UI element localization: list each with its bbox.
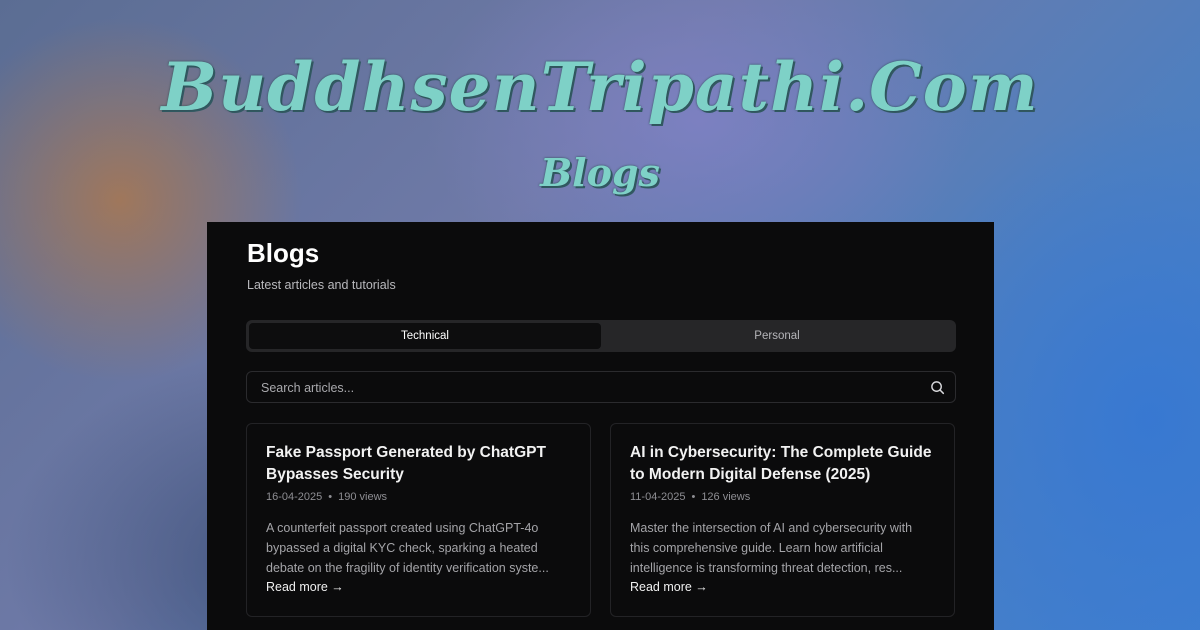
blog-card[interactable]: Fake Passport Generated by ChatGPT Bypas… [246, 423, 591, 617]
blog-card-meta: 11-04-2025 • 126 views [630, 491, 750, 503]
read-more-link[interactable]: Read more → [266, 580, 344, 594]
blog-panel: Blogs Latest articles and tutorials Tech… [207, 222, 994, 630]
blog-card-date: 11-04-2025 [630, 491, 686, 503]
tab-personal[interactable]: Personal [601, 323, 953, 349]
search-box [246, 371, 956, 404]
blog-card-title[interactable]: AI in Cybersecurity: The Complete Guide … [630, 442, 940, 486]
blog-card-views: 126 views [701, 491, 751, 503]
blog-card-views: 190 views [338, 491, 388, 503]
read-more-link[interactable]: Read more → [630, 580, 708, 594]
search-input[interactable] [259, 372, 913, 404]
meta-separator: • [328, 491, 333, 503]
page-title: Blogs [247, 238, 320, 268]
blog-card[interactable]: AI in Cybersecurity: The Complete Guide … [610, 423, 955, 617]
blog-card-meta: 16-04-2025 • 190 views [266, 491, 387, 503]
blog-card-date: 16-04-2025 [266, 491, 323, 503]
category-tabs: Technical Personal [246, 320, 956, 352]
tab-technical[interactable]: Technical [249, 323, 601, 349]
site-logo-subtitle: Blogs [540, 150, 660, 195]
meta-separator: • [691, 491, 696, 503]
blog-card-title[interactable]: Fake Passport Generated by ChatGPT Bypas… [266, 442, 576, 486]
search-icon[interactable] [930, 380, 945, 395]
site-logo-title: BuddhsenTripathi.Com [161, 48, 1039, 126]
blog-card-excerpt: Master the intersection of AI and cybers… [630, 521, 913, 575]
blog-card-excerpt: A counterfeit passport created using Cha… [266, 521, 549, 575]
page-subtitle: Latest articles and tutorials [247, 278, 396, 292]
